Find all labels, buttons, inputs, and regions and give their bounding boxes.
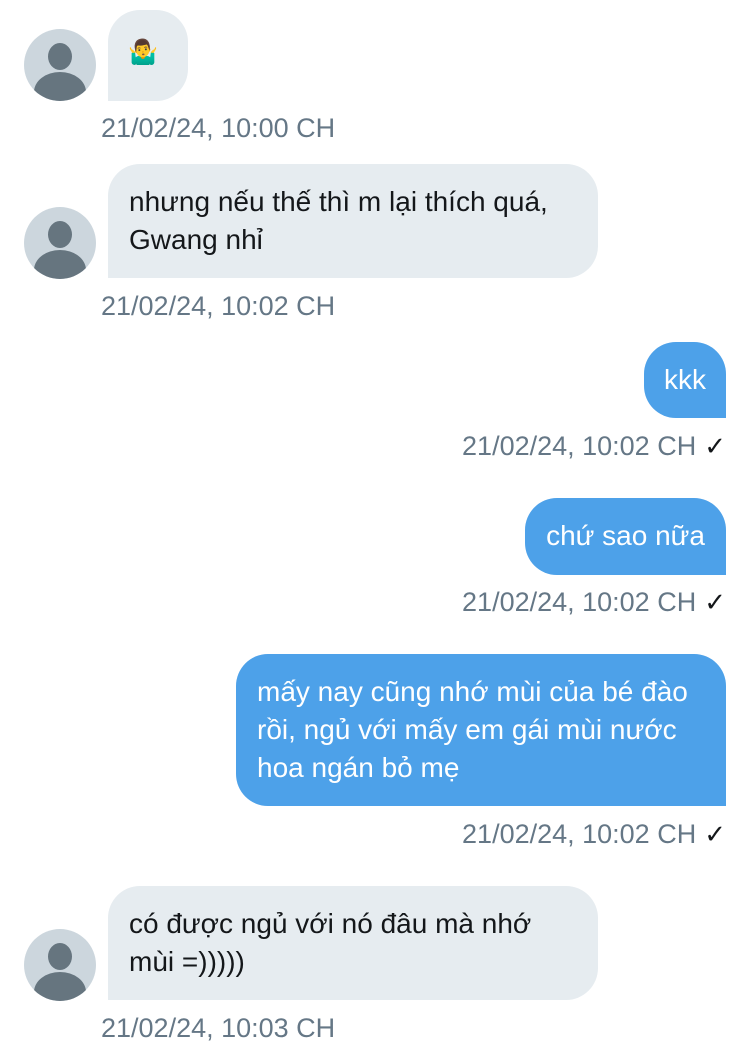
message-bubble-outgoing[interactable]: chứ sao nữa xyxy=(525,498,726,575)
checkmark-icon: ✓ xyxy=(704,819,726,849)
timestamp-text: 21/02/24, 10:02 CH xyxy=(462,587,697,617)
message-bubble-outgoing[interactable]: kkk xyxy=(644,342,726,418)
checkmark-icon: ✓ xyxy=(704,431,726,461)
checkmark-icon: ✓ xyxy=(704,587,726,617)
message-text: có được ngủ với nó đâu mà nhớ mùi =))))) xyxy=(129,908,532,977)
avatar-head-shape xyxy=(48,221,72,248)
sender-avatar[interactable] xyxy=(24,207,96,279)
message-bubble-incoming[interactable]: 🤷‍♂️ xyxy=(108,10,188,101)
message-text: nhưng nếu thế thì m lại thích quá, Gwang… xyxy=(129,186,548,255)
message-timestamp: 21/02/24, 10:02 CH ✓ xyxy=(462,818,726,850)
message-timestamp: 21/02/24, 10:02 CH xyxy=(101,291,336,321)
sender-avatar[interactable] xyxy=(24,929,96,1001)
message-bubble-incoming[interactable]: có được ngủ với nó đâu mà nhớ mùi =))))) xyxy=(108,886,598,1000)
timestamp-text: 21/02/24, 10:02 CH xyxy=(462,819,697,849)
message-text: chứ sao nữa xyxy=(546,520,705,551)
message-text: kkk xyxy=(664,364,706,395)
avatar-head-shape xyxy=(48,943,72,970)
message-bubble-incoming[interactable]: nhưng nếu thế thì m lại thích quá, Gwang… xyxy=(108,164,598,278)
avatar-shoulders-shape xyxy=(34,250,86,279)
message-timestamp: 21/02/24, 10:03 CH xyxy=(101,1013,336,1043)
message-timestamp: 21/02/24, 10:02 CH ✓ xyxy=(462,586,726,618)
message-timestamp: 21/02/24, 10:00 CH xyxy=(101,113,336,143)
message-timestamp: 21/02/24, 10:02 CH ✓ xyxy=(462,430,726,462)
avatar-head-shape xyxy=(48,43,72,70)
message-text: mấy nay cũng nhớ mùi của bé đào rồi, ngủ… xyxy=(257,676,688,783)
message-bubble-outgoing[interactable]: mấy nay cũng nhớ mùi của bé đào rồi, ngủ… xyxy=(236,654,726,806)
timestamp-text: 21/02/24, 10:02 CH xyxy=(462,431,697,461)
avatar-shoulders-shape xyxy=(34,972,86,1001)
shrug-emoji: 🤷‍♂️ xyxy=(128,39,158,66)
sender-avatar[interactable] xyxy=(24,29,96,101)
avatar-shoulders-shape xyxy=(34,72,86,101)
